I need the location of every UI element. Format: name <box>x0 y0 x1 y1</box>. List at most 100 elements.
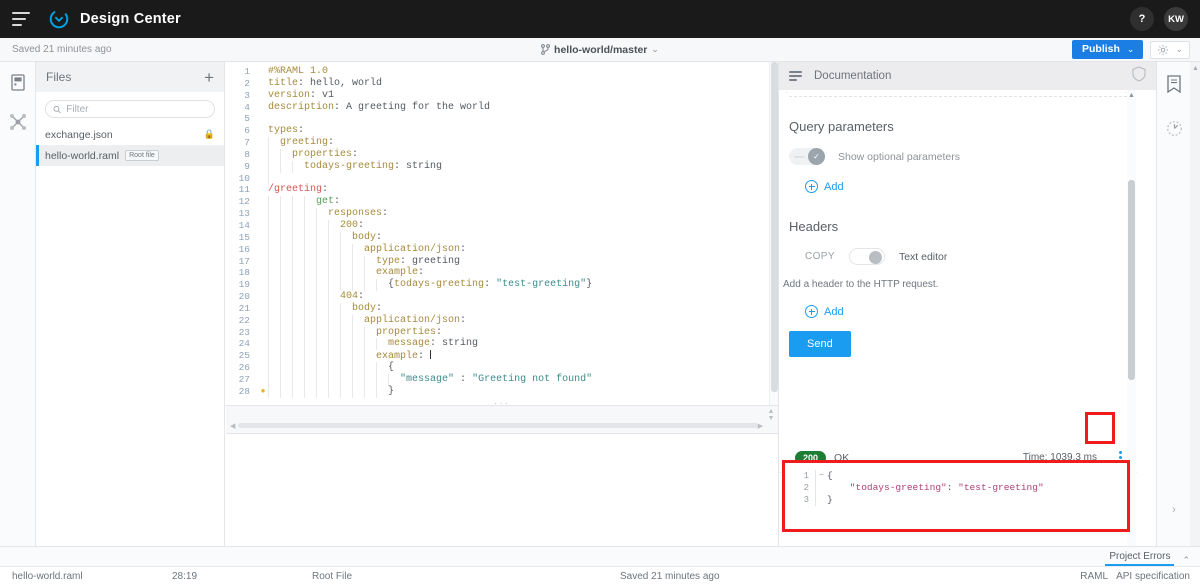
editor-horizontal-scrollbar[interactable]: ◀ ▶ <box>230 421 763 430</box>
file-list-item[interactable]: exchange.json 🔒 <box>36 124 224 145</box>
expand-right-panel-button[interactable]: › <box>1157 504 1191 516</box>
filter-input[interactable] <box>66 103 207 115</box>
help-button[interactable]: ? <box>1130 7 1154 31</box>
gutter-spacer <box>258 66 268 78</box>
add-file-button[interactable]: + <box>204 69 214 86</box>
indent-guide <box>268 160 269 173</box>
add-query-parameter-button[interactable]: Add <box>805 180 1137 193</box>
settings-button[interactable]: ⌄ <box>1150 40 1190 59</box>
code-text: #%RAML 1.0 <box>268 66 329 77</box>
headers-title: Headers <box>789 219 839 234</box>
indent-guide <box>292 231 293 244</box>
code-text: greeting: <box>268 137 334 149</box>
file-list-item[interactable]: hello-world.raml Root file <box>36 145 224 166</box>
gutter-spacer <box>258 102 268 114</box>
line-number: 23 <box>238 326 250 338</box>
code-line: 27 "message" : "Greeting not found" <box>226 373 778 386</box>
indent-guide <box>316 255 317 268</box>
editor-horizontal-scroll-thumb[interactable] <box>238 423 758 428</box>
indent-guide <box>328 373 329 386</box>
scroll-up-arrow-icon[interactable]: ▲ <box>1192 65 1199 72</box>
response-line-number: 1 <box>803 471 809 481</box>
indent-guide <box>328 255 329 268</box>
indent-guide <box>280 279 281 292</box>
scroll-left-arrow-icon[interactable]: ◀ <box>230 422 235 430</box>
code-text: {todays-greeting: "test-greeting"} <box>268 279 592 292</box>
indent-guide <box>280 255 281 268</box>
code-text: /greeting: <box>268 184 329 196</box>
show-optional-parameters-toggle[interactable]: ✓ <box>789 148 825 165</box>
api-notebook-icon <box>1167 75 1181 93</box>
line-number: 22 <box>238 314 250 326</box>
chevron-up-icon[interactable]: ⌃ <box>1182 555 1190 566</box>
indent-guide <box>364 362 365 374</box>
branch-selector[interactable]: hello-world/master ⌄ <box>485 44 715 56</box>
indent-guide <box>316 326 317 339</box>
indent-guide <box>268 172 269 185</box>
right-rail-scrollbar[interactable]: ▲ ▼ <box>1190 62 1200 564</box>
editor-vertical-scroll-thumb[interactable] <box>771 62 778 392</box>
indent-guide <box>316 219 317 232</box>
indent-guide <box>364 326 365 339</box>
gutter-spacer <box>258 137 268 149</box>
indent-guide <box>268 137 269 149</box>
copy-button[interactable]: COPY <box>805 251 835 262</box>
code-editor[interactable]: 1 #%RAML 1.0 2 title: hello, world 3 version:… <box>226 62 778 406</box>
line-number: 17 <box>238 255 250 267</box>
send-button[interactable]: Send <box>789 331 851 357</box>
documentation-scroll-thumb[interactable] <box>1128 180 1135 380</box>
indent-guide <box>304 314 305 327</box>
sidebar-item-api-notebook[interactable] <box>1157 62 1191 106</box>
indent-guide <box>328 314 329 327</box>
code-line: 17 type: greeting <box>226 255 778 268</box>
sidebar-item-mocking-service[interactable] <box>1157 106 1191 150</box>
indent-guide <box>268 231 269 244</box>
indent-guide <box>268 243 269 256</box>
indent-guide <box>268 373 269 386</box>
code-line: 26 { <box>226 362 778 374</box>
tab-project-errors[interactable]: Project Errors <box>1105 551 1175 566</box>
editor-overflow-ellipsis: ··· <box>494 397 510 406</box>
file-filter-box[interactable] <box>45 100 215 118</box>
indent-guide <box>292 385 293 398</box>
show-optional-parameters-label: Show optional parameters <box>838 150 960 163</box>
line-number: 13 <box>238 208 250 220</box>
indent-guide <box>328 279 329 292</box>
scroll-up-arrow-icon[interactable]: ▲ <box>1128 92 1135 99</box>
sidebar-item-project[interactable] <box>0 62 36 102</box>
indent-guide <box>376 385 377 398</box>
plus-circle-icon <box>805 180 818 193</box>
list-icon[interactable] <box>789 71 802 81</box>
shield-icon[interactable] <box>1132 65 1146 87</box>
indent-guide <box>328 338 329 351</box>
indent-guide <box>316 385 317 398</box>
scroll-right-arrow-icon[interactable]: ▶ <box>758 422 763 430</box>
line-number: 18 <box>238 267 250 279</box>
fold-toggle-icon[interactable]: − <box>815 470 827 482</box>
response-text: "todays-greeting": "test-greeting" <box>827 482 1044 493</box>
editor-vertical-scrollbar[interactable] <box>769 62 778 405</box>
indent-guide <box>328 302 329 315</box>
lightbulb-icon[interactable]: ● <box>258 386 268 398</box>
right-icon-rail: › ▲ ▼ <box>1156 62 1200 564</box>
indent-guide <box>280 231 281 244</box>
response-json[interactable]: 1−{2 "todays-greeting": "test-greeting" 3… <box>785 463 1127 506</box>
code-lines[interactable]: 1 #%RAML 1.0 2 title: hello, world 3 version:… <box>226 62 778 398</box>
sidebar-item-dependencies[interactable] <box>0 102 36 142</box>
hamburger-icon[interactable] <box>12 12 30 26</box>
gutter-spacer <box>258 374 268 386</box>
indent-guide <box>280 219 281 232</box>
indent-guide <box>340 314 341 327</box>
indent-guide <box>268 338 269 351</box>
indent-guide <box>340 267 341 280</box>
gutter-spacer <box>258 78 268 90</box>
text-editor-toggle[interactable] <box>848 248 885 265</box>
avatar[interactable]: KW <box>1164 7 1188 31</box>
indent-guide <box>292 338 293 351</box>
indent-guide <box>316 373 317 386</box>
gutter-spacer <box>258 196 268 208</box>
code-text: example: <box>268 267 424 280</box>
add-header-button[interactable]: Add <box>805 305 1137 318</box>
editor-scroll-steppers[interactable]: ▲ ▼ <box>766 408 776 422</box>
publish-button[interactable]: Publish ⌄ <box>1071 40 1144 59</box>
